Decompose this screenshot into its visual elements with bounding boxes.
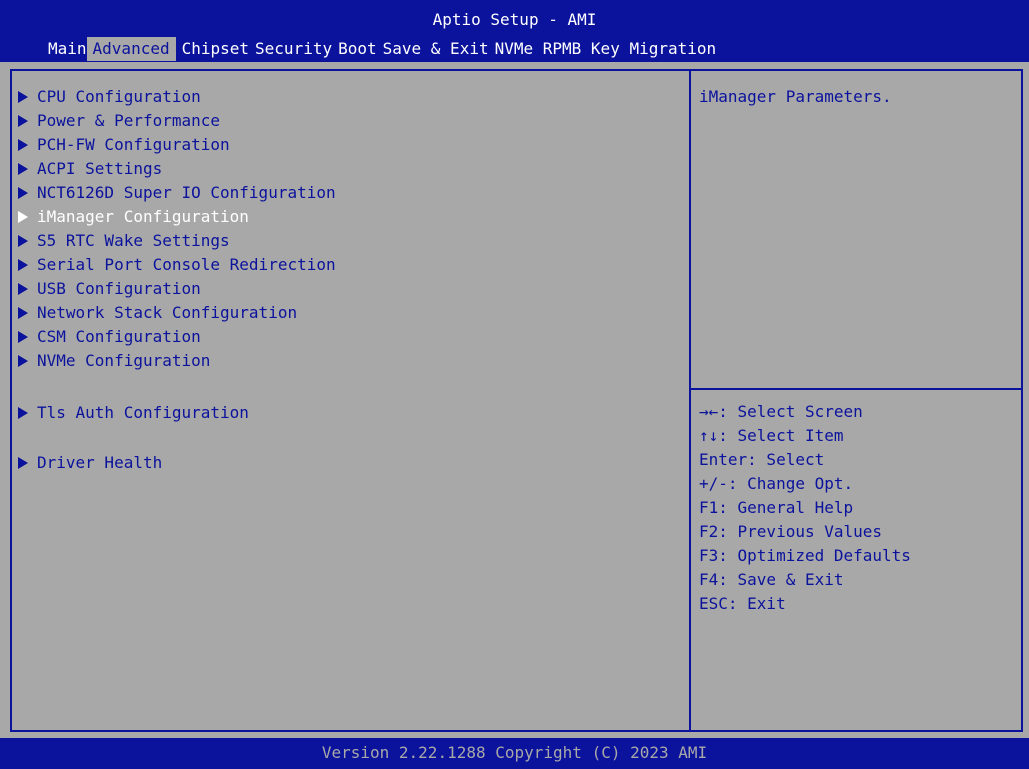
menu-item-network-stack-configuration[interactable]: Network Stack Configuration (18, 301, 297, 325)
key-hint-change-opt: +/-: Change Opt. (699, 474, 854, 493)
menu-item-label: NVMe Configuration (37, 351, 211, 370)
header-bar: Aptio Setup - AMI Main Advanced Chipset … (0, 0, 1029, 62)
tab-advanced[interactable]: Advanced (86, 37, 176, 61)
tab-nvme-rpmb-key-migration[interactable]: NVMe RPMB Key Migration (495, 37, 723, 61)
key-legend: →←: Select Screen ↑↓: Select Item Enter:… (699, 400, 1017, 616)
footer-bar: Version 2.22.1288 Copyright (C) 2023 AMI (0, 738, 1029, 769)
menu-item-acpi-settings[interactable]: ACPI Settings (18, 157, 162, 181)
key-hint-select-item: ↑↓: Select Item (699, 426, 844, 445)
menu-item-label: CSM Configuration (37, 327, 201, 346)
key-hint-f3: F3: Optimized Defaults (699, 546, 911, 565)
menu-item-label: NCT6126D Super IO Configuration (37, 183, 336, 202)
submenu-arrow-icon (18, 235, 28, 247)
submenu-arrow-icon (18, 211, 28, 223)
tab-save-exit[interactable]: Save & Exit (383, 37, 495, 61)
help-description: iManager Parameters. (699, 87, 892, 106)
menu-item-power-performance[interactable]: Power & Performance (18, 109, 220, 133)
menu-item-s5-rtc-wake-settings[interactable]: S5 RTC Wake Settings (18, 229, 230, 253)
tab-chipset[interactable]: Chipset (182, 37, 255, 61)
menu-item-label: S5 RTC Wake Settings (37, 231, 230, 250)
bios-setup-screen: Aptio Setup - AMI Main Advanced Chipset … (0, 0, 1029, 769)
app-title: Aptio Setup - AMI (432, 10, 597, 29)
tab-bar: Main Advanced Chipset Security Boot Save… (48, 37, 722, 61)
submenu-arrow-icon (18, 115, 28, 127)
menu-item-pch-fw-configuration[interactable]: PCH-FW Configuration (18, 133, 230, 157)
menu-item-label: Serial Port Console Redirection (37, 255, 336, 274)
key-hint-f1: F1: General Help (699, 498, 854, 517)
key-hint-esc: ESC: Exit (699, 594, 786, 613)
submenu-arrow-icon (18, 407, 28, 419)
key-hint-enter: Enter: Select (699, 450, 825, 469)
menu-item-usb-configuration[interactable]: USB Configuration (18, 277, 201, 301)
submenu-arrow-icon (18, 163, 28, 175)
menu-item-serial-port-console-redirection[interactable]: Serial Port Console Redirection (18, 253, 336, 277)
submenu-arrow-icon (18, 91, 28, 103)
menu-item-label: Power & Performance (37, 111, 221, 130)
submenu-arrow-icon (18, 139, 28, 151)
tab-security[interactable]: Security (255, 37, 338, 61)
menu-item-label: Tls Auth Configuration (37, 403, 249, 422)
tab-boot[interactable]: Boot (338, 37, 383, 61)
menu-item-label: CPU Configuration (37, 87, 201, 106)
menu-item-nvme-configuration[interactable]: NVMe Configuration (18, 349, 210, 373)
panel-divider-vertical (689, 69, 691, 732)
menu-item-driver-health[interactable]: Driver Health (18, 451, 162, 475)
menu-item-cpu-configuration[interactable]: CPU Configuration (18, 85, 201, 109)
key-hint-f4: F4: Save & Exit (699, 570, 844, 589)
help-divider-horizontal (691, 388, 1023, 390)
submenu-arrow-icon (18, 331, 28, 343)
submenu-arrow-icon (18, 307, 28, 319)
submenu-arrow-icon (18, 187, 28, 199)
menu-item-super-io-configuration[interactable]: NCT6126D Super IO Configuration (18, 181, 336, 205)
submenu-arrow-icon (18, 355, 28, 367)
key-hint-select-screen: →←: Select Screen (699, 402, 863, 421)
key-hint-f2: F2: Previous Values (699, 522, 883, 541)
version-copyright: Version 2.22.1288 Copyright (C) 2023 AMI (321, 743, 708, 762)
menu-item-label: Network Stack Configuration (37, 303, 298, 322)
menu-item-label: iManager Configuration (37, 207, 249, 226)
submenu-arrow-icon (18, 259, 28, 271)
menu-item-label: USB Configuration (37, 279, 201, 298)
menu-item-csm-configuration[interactable]: CSM Configuration (18, 325, 201, 349)
submenu-arrow-icon (18, 283, 28, 295)
submenu-arrow-icon (18, 457, 28, 469)
menu-item-label: Driver Health (37, 453, 163, 472)
menu-item-tls-auth-configuration[interactable]: Tls Auth Configuration (18, 401, 249, 425)
menu-item-label: ACPI Settings (37, 159, 163, 178)
menu-item-imanager-configuration[interactable]: iManager Configuration (18, 205, 249, 229)
menu-item-label: PCH-FW Configuration (37, 135, 230, 154)
